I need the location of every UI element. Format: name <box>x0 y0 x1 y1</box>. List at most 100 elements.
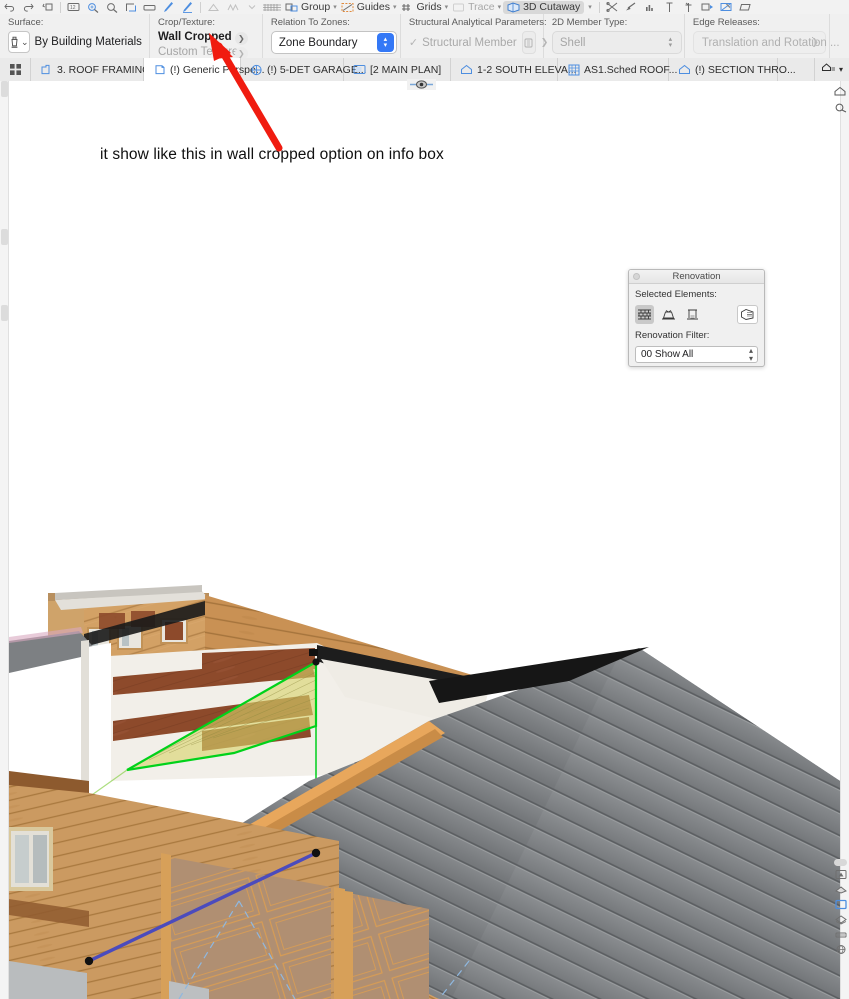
redo-alt-icon[interactable] <box>38 1 57 14</box>
info-pane-overflow <box>830 14 849 58</box>
edge-releases-arrow-icon[interactable]: ❯ <box>811 37 819 48</box>
tab-det-garage[interactable]: (!) 5-DET GARAGE... <box>241 58 367 81</box>
tab-label: (!) SECTION THRO... <box>695 63 796 76</box>
tab-section-through[interactable]: (!) SECTION THRO... <box>669 58 796 81</box>
structural-settings-button[interactable] <box>521 31 536 54</box>
info-box: Surface: ⌄ By Building Materials Crop/Te… <box>0 14 849 59</box>
surface-caption: Surface: <box>8 17 44 28</box>
hide-icon[interactable] <box>717 1 736 14</box>
tab-roof-framing[interactable]: 3. ROOF FRAMING... <box>31 58 159 81</box>
tab-grid-icon[interactable] <box>0 58 31 81</box>
shell-tool-icon[interactable] <box>833 84 848 98</box>
marker-tool-icon[interactable] <box>833 100 848 114</box>
annotation-text: it show like this in wall cropped option… <box>100 146 444 163</box>
filter-icon[interactable] <box>698 1 717 14</box>
crop-texture-caption: Crop/Texture: <box>158 17 216 28</box>
tab-schedule-roof[interactable]: AS1.Sched ROOF... <box>558 58 677 81</box>
pill-handle[interactable] <box>834 859 847 866</box>
tab-main-plan[interactable]: [2 MAIN PLAN] <box>344 58 451 81</box>
toolbar-guides-label: Guides <box>356 0 390 13</box>
surface-value[interactable]: By Building Materials <box>35 36 142 48</box>
chevron-down-icon[interactable]: ▾ <box>393 3 397 11</box>
eye-viewpoint-icon[interactable] <box>407 79 436 90</box>
stepper-icon[interactable]: ▴ ▾ <box>376 33 394 52</box>
chevron-down-icon[interactable]: ▾ <box>498 3 502 11</box>
zoom-find-icon[interactable] <box>102 1 121 14</box>
wall-cropped-link[interactable]: Wall Cropped <box>158 31 232 43</box>
3d-model-canvas[interactable] <box>9 81 840 999</box>
dimension-icon[interactable]: 12 <box>64 1 83 14</box>
tab-overflow-icon[interactable] <box>821 62 836 77</box>
relation-to-zones-caption: Relation To Zones: <box>270 17 350 28</box>
pen-icon[interactable] <box>159 1 178 14</box>
pen-alt-icon[interactable] <box>178 1 197 14</box>
member-type-popup[interactable]: Shell ▴ ▾ <box>551 31 682 54</box>
chevron-down-icon <box>242 1 261 14</box>
tab-generic-perspective[interactable]: (!) Generic Perspe... <box>144 58 265 81</box>
tab-label: AS1.Sched ROOF... <box>584 63 678 76</box>
info-pane-relation-to-zones: Relation To Zones: Zone Boundary ▴ ▾ <box>263 14 401 58</box>
arrow-trim-icon[interactable] <box>622 1 641 14</box>
chevron-down-icon[interactable]: ▾ <box>839 65 843 74</box>
renovation-filter-value: 00 Show All <box>641 349 694 360</box>
marquee-icon[interactable] <box>121 1 140 14</box>
info-pane-2d-member-type: 2D Member Type: Shell ▴ ▾ <box>544 14 685 58</box>
gutter-handle[interactable] <box>1 229 8 245</box>
multi-offset-icon[interactable] <box>679 1 698 14</box>
drawer-icon[interactable] <box>140 1 159 14</box>
demolished-icon[interactable] <box>659 305 678 324</box>
split-icon[interactable] <box>603 1 622 14</box>
toolbar-group-group[interactable]: Group ▾ <box>283 1 339 14</box>
structural-member-checkbox[interactable]: ✓ Structural Member <box>409 36 517 50</box>
renovation-filter-select[interactable]: 00 Show All ▴ ▾ <box>635 346 758 363</box>
orbit-icon[interactable] <box>834 883 848 896</box>
renovation-override-icon[interactable] <box>737 304 758 324</box>
edge-releases-caption: Edge Releases: <box>692 17 760 28</box>
undo-icon[interactable] <box>0 1 19 14</box>
toolbar-grids-group[interactable]: Grids ▾ <box>399 1 451 14</box>
stepper-icon[interactable]: ▴ ▾ <box>749 346 753 363</box>
chevron-down-icon[interactable]: ▾ <box>588 3 592 11</box>
layers-icon[interactable] <box>834 913 848 926</box>
toolbar-divider-2 <box>200 1 201 13</box>
redo-icon[interactable] <box>19 1 38 14</box>
relation-to-zones-popup[interactable]: Zone Boundary ▴ ▾ <box>270 31 397 54</box>
triangle-icon <box>204 1 223 14</box>
wall-cropped-arrow-icon[interactable]: ❯ <box>234 32 248 45</box>
globe-icon[interactable] <box>834 943 848 956</box>
elevation-icon <box>460 63 473 76</box>
gutter-handle[interactable] <box>1 81 8 97</box>
toolbar-trace-group[interactable]: Trace ▾ <box>450 1 503 14</box>
paint-bucket-icon[interactable]: ⌄ <box>8 31 30 53</box>
zoom-fit-icon[interactable] <box>83 1 102 14</box>
toolbar-guides-group[interactable]: Guides ▾ <box>339 1 399 14</box>
elevate-icon[interactable] <box>641 1 660 14</box>
custom-texture-link[interactable]: Custom Texture <box>158 46 238 58</box>
palette-close-button[interactable] <box>633 273 640 280</box>
toolbar-3d-cutaway-group[interactable]: 3D Cutaway <box>503 0 585 14</box>
member-type-caption: 2D Member Type: <box>551 17 628 28</box>
chevron-down-icon[interactable]: ▾ <box>333 3 337 11</box>
renovation-title: Renovation <box>672 271 721 282</box>
gutter-handle[interactable] <box>1 305 8 321</box>
window-icon[interactable] <box>834 898 848 911</box>
chevron-down-icon[interactable]: ▾ <box>445 3 449 11</box>
stepper-icon[interactable]: ▴ ▾ <box>662 33 679 52</box>
hatch-icon[interactable] <box>261 1 283 14</box>
folder-icon[interactable] <box>736 1 755 14</box>
new-icon[interactable] <box>683 305 702 324</box>
tab-south-elevation[interactable]: 1-2 SOUTH ELEVA... <box>451 58 577 81</box>
navigate-icon[interactable] <box>834 868 848 881</box>
offset-icon[interactable] <box>660 1 679 14</box>
edge-releases-field[interactable]: Translation and Rotation ... ❯ <box>692 31 840 54</box>
existing-icon[interactable] <box>635 304 654 324</box>
toolbar-divider <box>60 1 61 13</box>
renovation-palette[interactable]: Renovation Selected Elements: Renovation… <box>628 269 765 367</box>
right-icon-strip <box>832 855 849 999</box>
toolbar-group-label: Group <box>301 0 331 13</box>
view-icon[interactable] <box>834 928 848 941</box>
chevron-down-icon[interactable]: ⌄ <box>21 37 29 48</box>
layout-icon <box>353 63 366 76</box>
tab-overflow-control[interactable]: ▾ <box>813 58 849 81</box>
structural-member-label: Structural Member <box>422 36 517 49</box>
